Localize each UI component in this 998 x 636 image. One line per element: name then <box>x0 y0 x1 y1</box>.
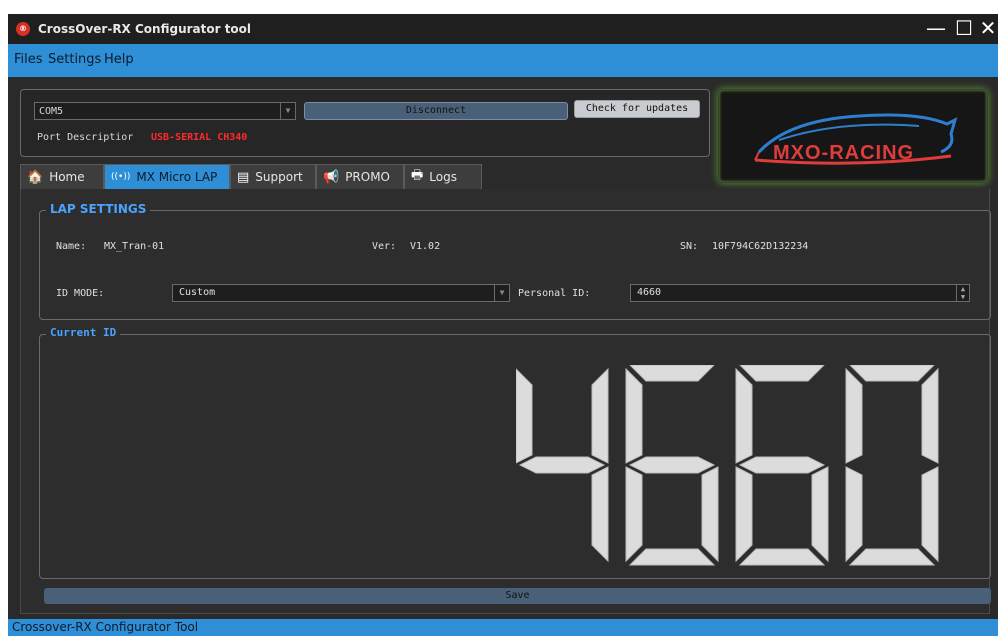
tab-promo-label: PROMO <box>345 170 391 184</box>
wireless-icon: ((•)) <box>111 172 131 182</box>
app-logo-icon: ® <box>16 22 30 36</box>
app-window: ® CrossOver-RX Configurator tool — ☐ ✕ F… <box>8 14 998 636</box>
title-bar: ® CrossOver-RX Configurator tool — ☐ ✕ <box>8 14 998 44</box>
brand-logo: MXO-RACING <box>718 89 988 183</box>
segment-4-c <box>921 466 939 563</box>
menu-help[interactable]: Help <box>104 52 134 67</box>
id-mode-label: ID MODE: <box>56 288 105 299</box>
logo-text: MXO-RACING <box>773 142 915 164</box>
segment-1-b <box>591 367 609 464</box>
personal-id-value: 4660 <box>637 287 662 298</box>
tab-home[interactable]: 🏠 Home <box>20 164 104 189</box>
car-logo-icon <box>754 113 958 165</box>
segment-2-d <box>628 548 716 566</box>
status-bar: Crossover-RX Configurator Tool <box>8 619 998 636</box>
segment-2-a <box>629 365 715 382</box>
window-title: CrossOver-RX Configurator tool <box>38 22 252 36</box>
segment-2-g <box>628 456 716 474</box>
segment-4-d <box>848 548 936 566</box>
seven-segment-display <box>516 365 939 566</box>
id-mode-select[interactable]: Custom ▼ <box>172 284 510 302</box>
tab-home-label: Home <box>49 170 85 184</box>
segment-3-e <box>735 466 753 563</box>
current-id-group: Current ID <box>39 326 991 579</box>
lap-settings-group: LAP SETTINGS Name: MX_Tran-01 Ver: V1.02… <box>39 202 991 320</box>
version-value: V1.02 <box>410 241 441 252</box>
segment-3-g <box>738 456 826 474</box>
tab-content-panel: LAP SETTINGS Name: MX_Tran-01 Ver: V1.02… <box>20 189 991 614</box>
segment-2-e <box>625 466 643 563</box>
segment-3-a <box>739 365 825 382</box>
tab-logs[interactable]: 🖶 Logs <box>404 164 482 189</box>
connection-panel: COM5 ▼ Disconnect Check for updates Port… <box>20 89 710 157</box>
close-button[interactable]: ✕ <box>976 16 998 40</box>
menu-files[interactable]: Files <box>14 52 43 67</box>
segment-3-d <box>738 548 826 566</box>
document-icon: ▤ <box>237 169 250 185</box>
segment-2-f <box>625 367 643 464</box>
tab-promo[interactable]: 📢 PROMO <box>316 164 404 189</box>
menu-settings[interactable]: Settings <box>48 52 101 67</box>
minimize-button[interactable]: — <box>924 16 948 40</box>
segment-2-c <box>701 466 719 563</box>
chevron-down-icon[interactable]: ▼ <box>494 285 509 301</box>
tab-mx-micro-lap-label: MX Micro LAP <box>136 170 218 184</box>
com-port-value: COM5 <box>39 106 64 117</box>
home-icon: 🏠 <box>27 169 44 185</box>
disconnect-button[interactable]: Disconnect <box>304 102 568 120</box>
name-label: Name: <box>56 241 87 252</box>
port-description-value: USB-SERIAL CH340 <box>151 132 248 143</box>
menu-bar: Files Settings Help <box>8 44 998 77</box>
megaphone-icon: 📢 <box>323 169 340 185</box>
segment-4-f <box>845 367 863 464</box>
segment-3-c <box>811 466 829 563</box>
serial-value: 10F794C62D132234 <box>712 241 809 252</box>
segment-1-c <box>591 466 609 563</box>
current-id-title: Current ID <box>46 326 121 339</box>
segment-4-e <box>845 466 863 563</box>
segment-1-f <box>516 368 533 464</box>
version-label: Ver: <box>372 241 397 252</box>
personal-id-label: Personal ID: <box>518 288 591 299</box>
port-description-label: Port Descriptior <box>37 132 134 143</box>
segment-4-b <box>921 367 939 464</box>
spinner-arrows-icon[interactable]: ▲ ▼ <box>956 285 969 301</box>
segment-4-a <box>849 365 935 382</box>
maximize-button[interactable]: ☐ <box>952 16 976 40</box>
segment-3-f <box>735 367 753 464</box>
save-button[interactable]: Save <box>44 588 991 604</box>
personal-id-input[interactable]: 4660 ▲ ▼ <box>630 284 970 302</box>
serial-label: SN: <box>680 241 699 252</box>
tab-mx-micro-lap[interactable]: ((•)) MX Micro LAP <box>104 164 230 189</box>
printer-icon: 🖶 <box>411 168 424 183</box>
id-mode-value: Custom <box>179 287 216 298</box>
lap-settings-title: LAP SETTINGS <box>46 202 151 216</box>
tab-support-label: Support <box>255 170 303 184</box>
tab-logs-label: Logs <box>429 170 457 184</box>
name-value: MX_Tran-01 <box>104 241 165 252</box>
check-updates-button[interactable]: Check for updates <box>574 100 700 118</box>
segment-1-g <box>518 456 606 474</box>
com-port-select[interactable]: COM5 ▼ <box>34 102 296 120</box>
chevron-down-icon[interactable]: ▼ <box>280 103 295 119</box>
tab-support[interactable]: ▤ Support <box>230 164 316 189</box>
